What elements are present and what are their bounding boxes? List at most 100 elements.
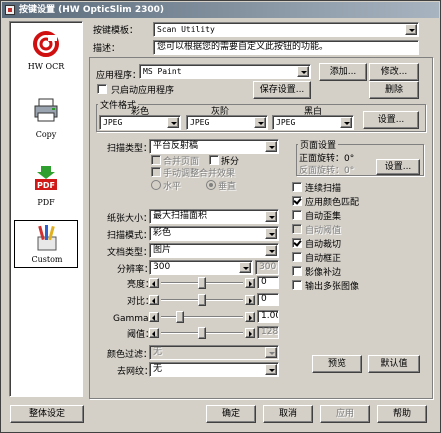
arrow-left-icon[interactable] [149, 328, 159, 338]
horizontal-label: 水平 [163, 182, 182, 192]
application-dropdown[interactable]: MS Paint [139, 64, 311, 79]
chevron-down-icon[interactable] [405, 24, 417, 35]
resolution-label: 分辨率： [117, 265, 154, 275]
add-application-button[interactable]: 添加... [319, 63, 367, 81]
description-field[interactable]: 您可以根据您的需要自定义此按钮的功能。 [153, 40, 419, 55]
chevron-down-icon[interactable] [265, 245, 277, 256]
button-list: HW OCR Copy PDF PDF Custom [9, 21, 83, 397]
vertical-radio[interactable] [206, 180, 216, 190]
arrow-right-icon[interactable] [245, 328, 255, 338]
page-settings-button[interactable]: 设置... [376, 159, 420, 175]
application-value: MS Paint [143, 67, 182, 76]
multi-image-label: 输出多张图像 [305, 282, 360, 292]
arrow-left-icon[interactable] [149, 295, 159, 305]
doc-type-dropdown[interactable]: 图片 [149, 243, 279, 258]
descreen-dropdown[interactable]: 无 [149, 362, 279, 377]
paper-size-dropdown[interactable]: 最大扫描面积 [149, 209, 279, 224]
arrow-right-icon[interactable] [245, 312, 255, 322]
scan-type-label: 扫描类型： [107, 144, 153, 154]
color-filter-value: 无 [153, 347, 163, 357]
contrast-value: 0 [261, 294, 267, 304]
scan-mode-dropdown[interactable]: 彩色 [149, 226, 279, 241]
brightness-slider[interactable] [149, 277, 255, 289]
slider-thumb[interactable] [175, 311, 184, 323]
color-filter-dropdown[interactable]: 无 [149, 345, 279, 360]
threshold-value: 128 [261, 327, 279, 337]
gray-format-dropdown[interactable]: JPEG [186, 115, 268, 130]
template-value: Scan Utility [157, 25, 215, 34]
chevron-down-icon[interactable] [265, 228, 277, 239]
help-button[interactable]: 帮助 [377, 405, 427, 423]
delete-button[interactable]: 删除 [369, 81, 419, 99]
save-settings-button[interactable]: 保存设置... [253, 81, 311, 99]
global-settings-button[interactable]: 整体设定 [10, 405, 84, 423]
file-format-settings-button[interactable]: 设置... [363, 111, 419, 129]
bw-format-dropdown[interactable]: JPEG [272, 115, 354, 130]
default-button[interactable]: 默认值 [368, 355, 420, 373]
auto-threshold-label: 自动阈值 [305, 226, 342, 236]
preview-button[interactable]: 预览 [312, 355, 362, 373]
threshold-value-field[interactable]: 128 [257, 326, 279, 339]
arrow-left-icon[interactable] [149, 278, 159, 288]
auto-frame-checkbox[interactable] [292, 252, 302, 262]
continuous-scan-checkbox[interactable] [292, 182, 302, 192]
arrow-left-icon[interactable] [149, 312, 159, 322]
edge-fill-checkbox[interactable] [292, 266, 302, 276]
gamma-value-field[interactable]: 1.00 [257, 310, 279, 323]
manual-merge-checkbox[interactable] [151, 167, 161, 177]
cancel-button[interactable]: 取消 [263, 405, 313, 423]
ok-button[interactable]: 确定 [206, 405, 256, 423]
continuous-scan-label: 连续扫描 [305, 184, 342, 194]
sidebar-item-label: PDF [37, 198, 55, 207]
chevron-down-icon[interactable] [167, 117, 179, 128]
auto-deskew-checkbox[interactable] [292, 210, 302, 220]
slider-thumb[interactable] [198, 294, 206, 306]
auto-crop-label: 自动裁切 [305, 240, 342, 250]
slider-thumb[interactable] [198, 277, 206, 289]
resolution-dropdown[interactable]: 300 [149, 260, 253, 275]
brightness-value-field[interactable]: 0 [257, 276, 279, 289]
chevron-down-icon[interactable] [265, 211, 277, 222]
modify-application-button[interactable]: 修改... [369, 63, 419, 81]
sidebar-item-custom[interactable]: Custom [14, 220, 78, 268]
custom-brushes-icon [37, 225, 57, 251]
launch-only-label: 只启动应用程序 [111, 86, 175, 96]
split-checkbox[interactable] [209, 155, 219, 165]
color-filter-label: 颜色过滤： [107, 350, 153, 360]
slider-thumb[interactable] [198, 327, 206, 339]
template-dropdown[interactable]: Scan Utility [153, 22, 419, 37]
gray-format-value: JPEG [190, 118, 210, 127]
chevron-down-icon[interactable] [265, 141, 277, 152]
svg-text:PDF: PDF [37, 181, 55, 190]
resolution-value: 300 [153, 262, 171, 272]
sidebar-item-label: Custom [31, 255, 63, 264]
contrast-slider[interactable] [149, 294, 255, 306]
slider-track [161, 316, 243, 318]
sidebar-item-label: HW OCR [27, 62, 65, 71]
multi-image-checkbox[interactable] [292, 280, 302, 290]
chevron-down-icon[interactable] [239, 262, 251, 273]
contrast-value-field[interactable]: 0 [257, 293, 279, 306]
chevron-down-icon[interactable] [297, 66, 309, 77]
apply-button[interactable]: 应用 [320, 405, 370, 423]
color-matching-checkbox[interactable] [292, 196, 302, 206]
horizontal-radio[interactable] [151, 180, 161, 190]
manual-merge-label: 手动调整合并效果 [163, 169, 236, 179]
chevron-down-icon[interactable] [265, 347, 277, 358]
chevron-down-icon[interactable] [340, 117, 352, 128]
launch-only-checkbox[interactable] [97, 84, 107, 94]
paper-size-value: 最大扫描面积 [153, 211, 208, 221]
auto-crop-checkbox[interactable] [292, 238, 302, 248]
scan-type-dropdown[interactable]: 平台反射稿 [149, 139, 279, 154]
auto-threshold-checkbox[interactable] [292, 224, 302, 234]
threshold-slider[interactable] [149, 327, 255, 339]
color-format-dropdown[interactable]: JPEG [99, 115, 181, 130]
resolution-secondary-dropdown[interactable]: 300 [255, 260, 279, 275]
gamma-slider[interactable] [149, 311, 255, 323]
chevron-down-icon[interactable] [265, 364, 277, 375]
arrow-right-icon[interactable] [245, 278, 255, 288]
chevron-down-icon[interactable] [254, 117, 266, 128]
arrow-right-icon[interactable] [245, 295, 255, 305]
title-bar: 按键设置 (HW OpticSlim 2300) [2, 2, 439, 18]
merge-pages-checkbox[interactable] [151, 155, 161, 165]
